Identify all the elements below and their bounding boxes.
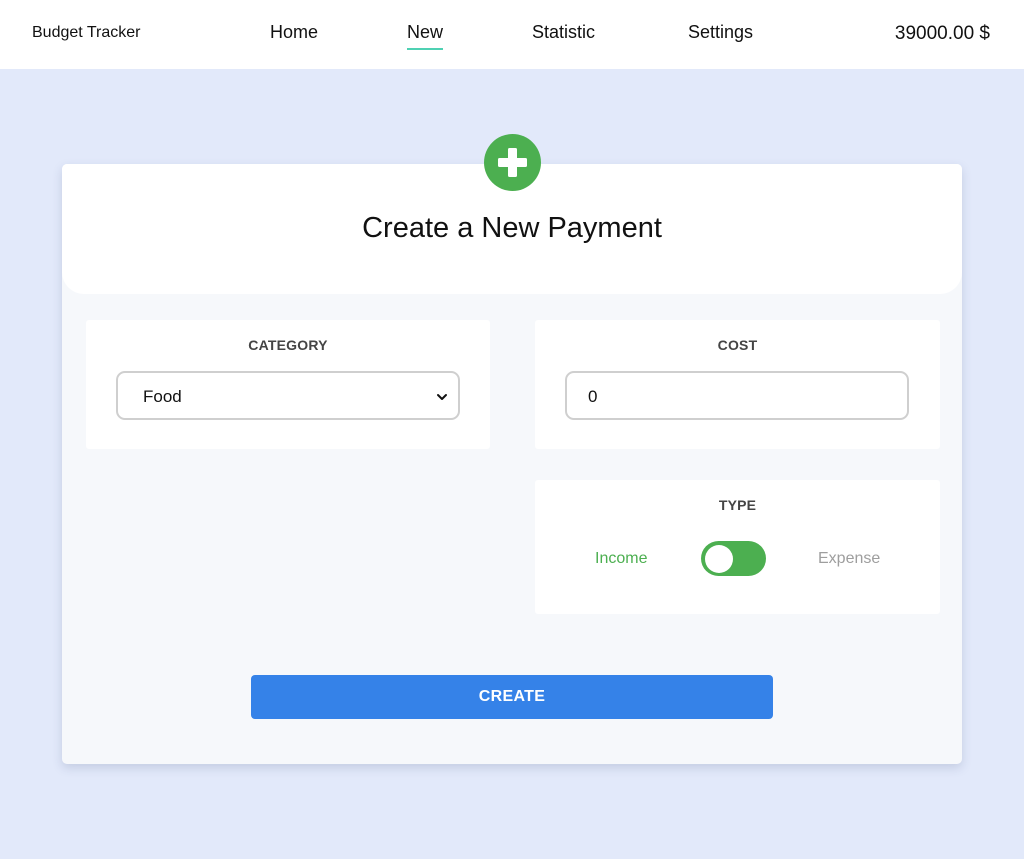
cost-input-value: 0 xyxy=(588,387,598,406)
category-label: CATEGORY xyxy=(248,337,328,353)
page-title: Create a New Payment xyxy=(362,212,662,244)
card-header: Create a New Payment xyxy=(62,134,962,294)
category-selected-value: Food xyxy=(143,387,182,406)
new-payment-card: Create a New Payment CATEGORY Food COST … xyxy=(62,134,962,764)
toggle-knob xyxy=(705,545,733,573)
cost-panel: COST 0 xyxy=(535,320,940,449)
top-navbar: Budget Tracker Home New Statistic Settin… xyxy=(0,0,1024,69)
type-toggle[interactable] xyxy=(701,541,766,576)
nav-link-home[interactable]: Home xyxy=(270,22,318,43)
nav-link-settings[interactable]: Settings xyxy=(688,22,753,43)
brand-title[interactable]: Budget Tracker xyxy=(32,24,141,42)
cost-label: COST xyxy=(717,337,758,353)
category-select[interactable]: Food xyxy=(116,371,460,420)
type-panel: TYPE Income Expense xyxy=(535,480,940,614)
expense-option[interactable]: Expense xyxy=(818,550,880,568)
chevron-down-icon xyxy=(436,390,448,408)
nav-link-statistic[interactable]: Statistic xyxy=(532,22,595,43)
cost-input[interactable]: 0 xyxy=(565,371,909,420)
category-panel: CATEGORY Food xyxy=(86,320,490,449)
nav-link-new[interactable]: New xyxy=(407,22,444,50)
create-button[interactable]: CREATE xyxy=(251,675,773,719)
income-option[interactable]: Income xyxy=(595,550,647,568)
plus-icon xyxy=(484,134,541,191)
type-label: TYPE xyxy=(718,497,757,513)
balance-display: 39000.00 $ xyxy=(894,23,990,44)
